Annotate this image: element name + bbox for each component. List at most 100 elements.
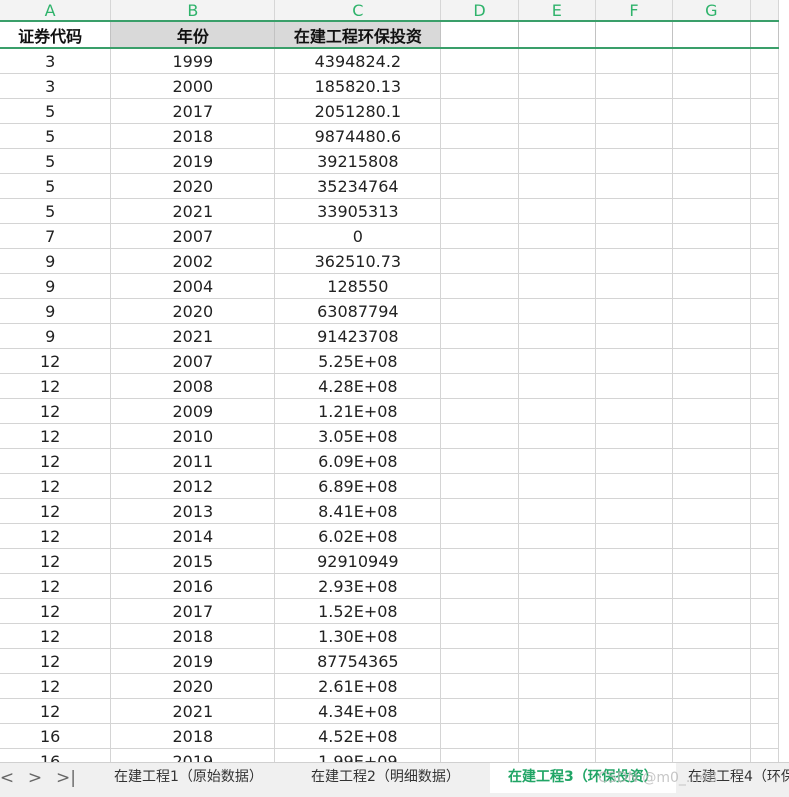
table-cell[interactable]	[672, 123, 751, 149]
table-cell[interactable]	[672, 673, 751, 699]
table-cell[interactable]	[750, 673, 779, 699]
table-cell[interactable]: 2012	[110, 473, 276, 499]
table-cell[interactable]	[750, 723, 779, 749]
table-cell[interactable]	[518, 548, 596, 574]
table-cell[interactable]	[440, 48, 519, 74]
table-cell[interactable]: 12	[0, 648, 112, 674]
table-cell[interactable]: 4394824.2	[274, 48, 442, 74]
table-cell[interactable]	[750, 173, 779, 199]
table-cell[interactable]	[750, 198, 779, 224]
table-cell[interactable]	[440, 223, 519, 249]
table-cell[interactable]: 12	[0, 673, 112, 699]
table-cell[interactable]	[440, 673, 519, 699]
table-cell[interactable]: 12	[0, 348, 112, 374]
table-cell[interactable]	[518, 148, 596, 174]
table-cell[interactable]	[750, 448, 779, 474]
table-cell[interactable]	[518, 73, 596, 99]
spreadsheet-grid[interactable]: ABCDEFG 证券代码 年份 在建工程环保投资 3 1999 4394824.2 3 20…	[0, 0, 789, 762]
table-cell[interactable]	[595, 648, 674, 674]
table-cell[interactable]	[595, 398, 674, 424]
table-cell[interactable]	[595, 198, 674, 224]
table-cell[interactable]	[440, 248, 519, 274]
table-cell[interactable]: 5	[0, 173, 112, 199]
table-cell[interactable]: 2.61E+08	[274, 673, 442, 699]
table-cell[interactable]: 4.52E+08	[274, 723, 442, 749]
table-cell[interactable]	[672, 498, 751, 524]
table-cell[interactable]	[672, 623, 751, 649]
table-cell[interactable]	[595, 523, 674, 549]
table-cell[interactable]	[750, 73, 779, 99]
table-cell[interactable]: 12	[0, 523, 112, 549]
table-cell[interactable]	[750, 748, 779, 762]
table-cell[interactable]	[518, 373, 596, 399]
table-cell[interactable]	[518, 723, 596, 749]
table-cell[interactable]: 12	[0, 498, 112, 524]
table-cell[interactable]: 3.05E+08	[274, 423, 442, 449]
table-cell[interactable]	[672, 423, 751, 449]
table-cell[interactable]	[672, 173, 751, 199]
table-cell[interactable]	[595, 623, 674, 649]
table-cell[interactable]	[518, 398, 596, 424]
table-cell[interactable]: 1.21E+08	[274, 398, 442, 424]
table-cell[interactable]	[672, 723, 751, 749]
column-header-g[interactable]: G	[672, 0, 751, 22]
table-cell[interactable]	[672, 748, 751, 762]
table-cell[interactable]: 9	[0, 298, 112, 324]
table-cell[interactable]: 3	[0, 48, 112, 74]
table-cell[interactable]	[672, 48, 751, 74]
table-cell[interactable]	[672, 373, 751, 399]
table-cell[interactable]: 2019	[110, 648, 276, 674]
table-cell[interactable]: 2051280.1	[274, 98, 442, 124]
table-cell[interactable]: 362510.73	[274, 248, 442, 274]
table-cell[interactable]	[518, 573, 596, 599]
table-cell[interactable]	[750, 398, 779, 424]
table-cell[interactable]	[440, 373, 519, 399]
table-cell[interactable]	[672, 273, 751, 299]
table-cell[interactable]	[595, 723, 674, 749]
table-cell[interactable]: 91423708	[274, 323, 442, 349]
table-cell[interactable]: 9874480.6	[274, 123, 442, 149]
table-cell[interactable]: 2013	[110, 498, 276, 524]
table-cell[interactable]: 4.28E+08	[274, 373, 442, 399]
table-cell[interactable]	[595, 548, 674, 574]
table-cell[interactable]: 12	[0, 398, 112, 424]
table-cell[interactable]: 2021	[110, 698, 276, 724]
header-cell[interactable]	[750, 20, 779, 49]
table-cell[interactable]: 12	[0, 448, 112, 474]
table-cell[interactable]: 2018	[110, 623, 276, 649]
table-cell[interactable]: 2004	[110, 273, 276, 299]
table-cell[interactable]	[750, 373, 779, 399]
table-cell[interactable]	[518, 473, 596, 499]
table-cell[interactable]	[672, 148, 751, 174]
table-cell[interactable]	[440, 348, 519, 374]
column-header-d[interactable]: D	[440, 0, 519, 22]
table-cell[interactable]	[440, 398, 519, 424]
table-cell[interactable]: 2020	[110, 673, 276, 699]
tab-sheet-1[interactable]: 在建工程1（原始数据）	[96, 763, 281, 793]
table-cell[interactable]: 6.09E+08	[274, 448, 442, 474]
table-cell[interactable]	[518, 298, 596, 324]
table-cell[interactable]	[595, 498, 674, 524]
table-cell[interactable]: 2007	[110, 223, 276, 249]
table-cell[interactable]	[672, 473, 751, 499]
header-cell[interactable]	[440, 20, 519, 49]
table-cell[interactable]	[440, 573, 519, 599]
table-cell[interactable]	[750, 498, 779, 524]
table-cell[interactable]	[518, 273, 596, 299]
table-cell[interactable]	[595, 323, 674, 349]
column-header-f[interactable]: F	[595, 0, 674, 22]
table-cell[interactable]: 12	[0, 473, 112, 499]
table-cell[interactable]	[518, 173, 596, 199]
table-cell[interactable]	[750, 348, 779, 374]
table-cell[interactable]	[750, 573, 779, 599]
table-cell[interactable]: 3	[0, 73, 112, 99]
table-cell[interactable]	[440, 473, 519, 499]
table-cell[interactable]	[518, 348, 596, 374]
table-cell[interactable]	[750, 273, 779, 299]
table-cell[interactable]	[750, 698, 779, 724]
table-cell[interactable]: 6.02E+08	[274, 523, 442, 549]
table-cell[interactable]: 185820.13	[274, 73, 442, 99]
table-cell[interactable]	[595, 348, 674, 374]
table-cell[interactable]: 2.93E+08	[274, 573, 442, 599]
table-cell[interactable]: 5	[0, 123, 112, 149]
